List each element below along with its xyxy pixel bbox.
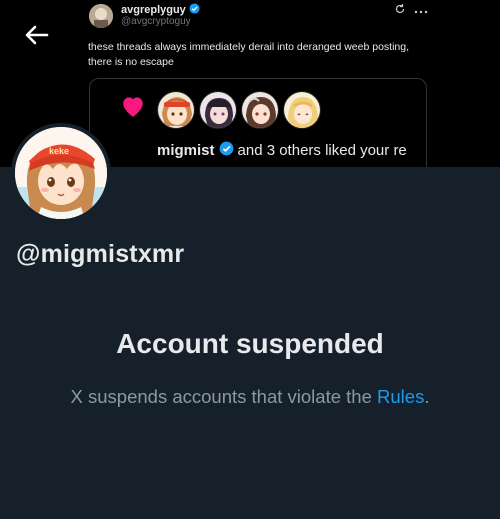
heart-icon [120,94,146,123]
suspended-message-text: X suspends accounts that violate the [70,386,378,407]
tweet-text: these threads always immediately derail … [88,41,410,68]
more-dots-icon [414,2,428,20]
liker-avatars [157,91,321,129]
tweet-actions [394,2,428,20]
rules-link[interactable]: Rules [377,386,424,407]
suspended-message-end: . [424,386,430,407]
avatar-cap-text: keke [49,146,69,156]
tweet-author-handle: @avgcryptoguy [121,16,191,27]
liker-avatar [157,91,195,129]
like-summary: migmist and 3 others liked your re [157,141,407,160]
like-notification-card: migmist and 3 others liked your re [89,78,427,167]
suspended-message: X suspends accounts that violate the Rul… [0,386,500,408]
verified-badge-icon [219,141,234,160]
profile-avatar[interactable]: keke [11,123,111,223]
back-button[interactable] [11,11,63,63]
tweet-author-avatar [89,4,113,28]
liker-name: migmist [157,142,215,159]
liker-avatar [283,91,321,129]
suspended-title: Account suspended [116,328,384,359]
back-arrow-icon [25,25,49,50]
tweet-author-name: avgreplyguy [121,3,200,17]
liker-avatar [241,91,279,129]
like-summary-text: and 3 others liked your re [237,142,407,159]
verified-badge-icon [189,3,200,17]
refresh-icon [394,2,406,20]
profile-username: @migmistxmr [16,240,185,268]
liker-avatar [199,91,237,129]
